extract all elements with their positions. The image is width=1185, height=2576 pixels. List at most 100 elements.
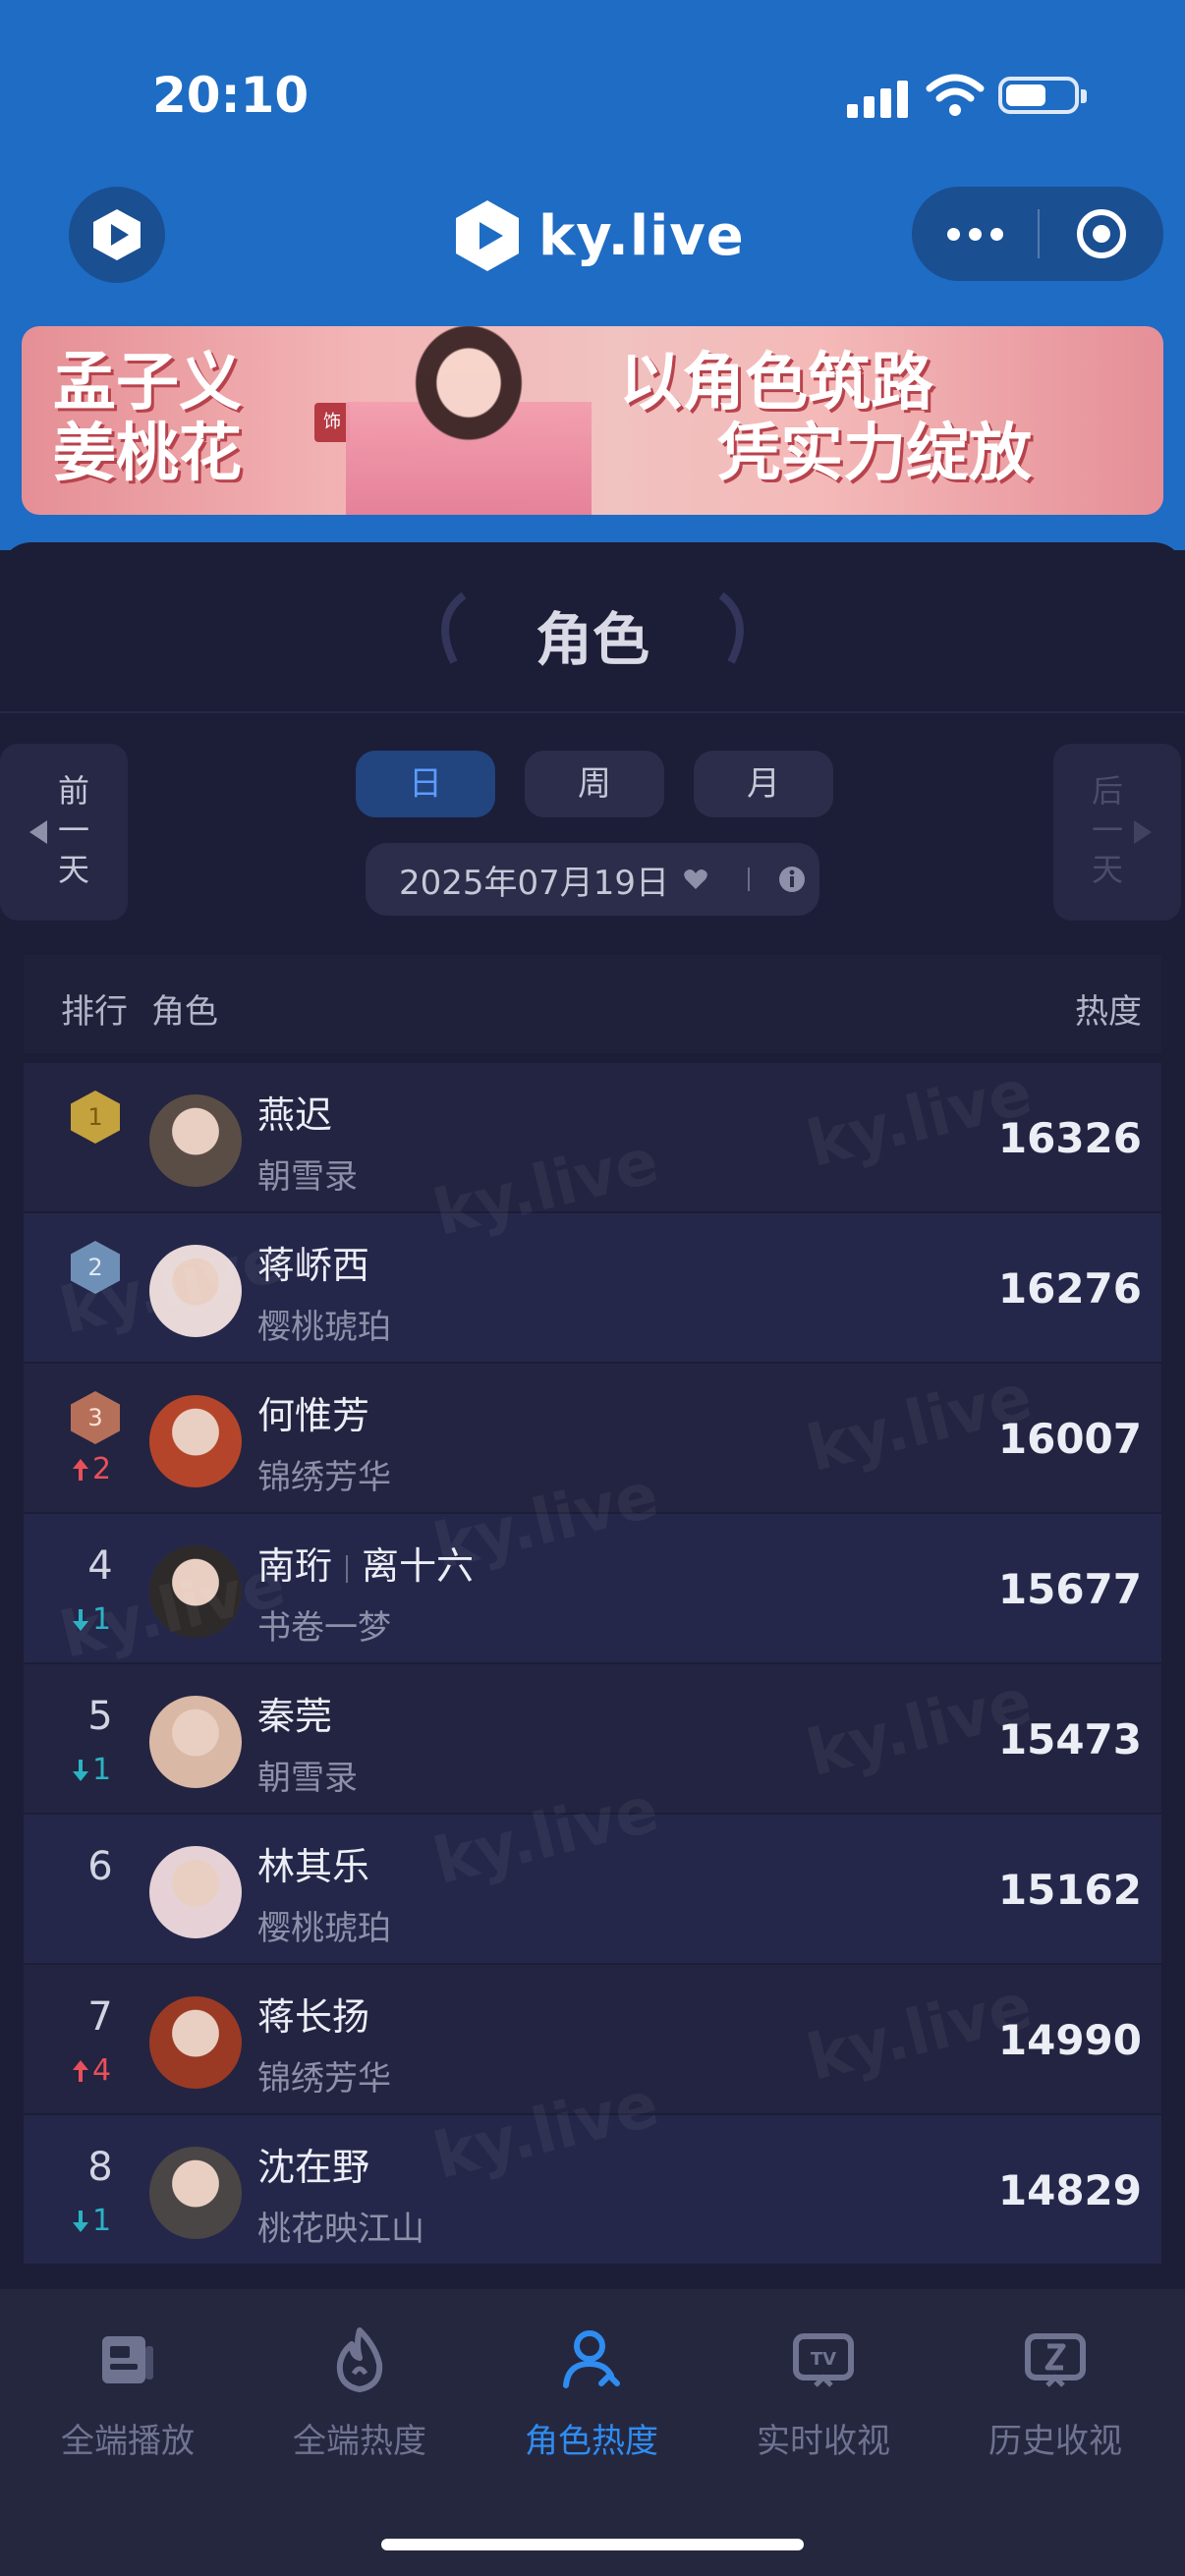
show-title: 朝雪录	[257, 1157, 358, 1197]
rank-medal-icon: 2	[71, 1241, 120, 1294]
rank-number: 8	[87, 2145, 113, 2190]
tab-month[interactable]: 月	[694, 751, 833, 817]
avatar	[149, 1696, 242, 1788]
trend-down-icon	[73, 1759, 88, 1781]
heat-value: 14829	[997, 2166, 1142, 2214]
tab-history-rating[interactable]: 历史收视	[957, 2324, 1154, 2462]
tab-realtime-rating-label: 实时收视	[757, 2422, 890, 2461]
avatar	[149, 1395, 242, 1487]
trend-up-icon	[73, 1458, 88, 1481]
rank-change: 1	[71, 1753, 111, 1787]
heat-value: 16326	[997, 1114, 1142, 1162]
tab-all-heat[interactable]: 全端热度	[261, 2324, 458, 2462]
header-heat[interactable]: 热度	[1075, 984, 1142, 1033]
avatar	[149, 1846, 242, 1938]
banner-left-line-2: 姜桃花	[53, 418, 242, 490]
role-name-text: 燕迟	[257, 1093, 333, 1137]
show-title: 桃花映江山	[257, 2210, 424, 2249]
role-name: 蒋峤西	[257, 1235, 369, 1289]
heat-value: 15473	[997, 1715, 1142, 1764]
table-row[interactable]: 4 1 南珩 离十六 书卷一梦 15677	[24, 1514, 1161, 1664]
tv-icon: TV	[793, 2333, 854, 2387]
next-day-label: 后一天	[1091, 772, 1123, 888]
role-name-text: 南珩	[257, 1544, 333, 1588]
rank-change: 1	[71, 2204, 111, 2238]
avatar	[149, 1245, 242, 1337]
role-name: 南珩 离十六	[257, 1536, 474, 1590]
mini-program-capsule	[912, 187, 1163, 281]
role-name-text: 秦莞	[257, 1695, 333, 1738]
role-name: 林其乐	[257, 1836, 369, 1890]
table-row[interactable]: 6 林其乐 樱桃琥珀 15162	[24, 1815, 1161, 1965]
history-icon	[1025, 2333, 1086, 2387]
table-row[interactable]: 3 2 何惟芳 锦绣芳华 16007	[24, 1364, 1161, 1514]
table-header: 排行 角色 热度	[24, 955, 1161, 1053]
table-row[interactable]: 7 4 蒋长扬 锦绣芳华 14990	[24, 1965, 1161, 2115]
date-selector[interactable]: 2025年07月19日	[366, 843, 819, 916]
svg-text:TV: TV	[811, 2349, 836, 2370]
role-name-text: 沈在野	[257, 2146, 370, 2189]
date-divider	[748, 868, 751, 891]
period-tabs: 日 周 月	[356, 751, 833, 817]
table-row[interactable]: 1 燕迟 朝雪录 16326	[24, 1063, 1161, 1213]
name-divider	[346, 1554, 349, 1583]
banner-seal: 饰	[314, 403, 350, 442]
table-row[interactable]: 8 1 沈在野 桃花映江山 14829	[24, 2115, 1161, 2266]
rank-change-value: 1	[92, 1753, 112, 1787]
avatar	[149, 1094, 242, 1187]
avatar	[149, 1996, 242, 2089]
bottom-tab-bar: 全端播放 全端热度 角色热度 TV 实时收视 历史收视	[0, 2289, 1185, 2576]
avatar	[149, 2147, 242, 2239]
promo-banner[interactable]: 孟子义 姜桃花 饰 以角色筑路 凭实力绽放	[22, 326, 1163, 515]
show-title: 朝雪录	[257, 1759, 358, 1798]
info-icon[interactable]	[777, 865, 807, 894]
role-alt-name: 离十六	[362, 1544, 475, 1588]
show-title: 锦绣芳华	[257, 2059, 391, 2099]
rank-change: 1	[71, 1602, 111, 1637]
header-rank: 排行	[61, 992, 128, 1032]
next-day-button[interactable]: 后一天	[1053, 744, 1181, 921]
tab-realtime-rating[interactable]: TV 实时收视	[725, 2324, 922, 2462]
banner-left-text: 孟子义 姜桃花	[53, 348, 242, 489]
heat-value: 16276	[997, 1264, 1142, 1313]
panel-title: 角色	[535, 606, 649, 673]
tab-all-play[interactable]: 全端播放	[29, 2324, 226, 2462]
rank-number: 4	[87, 1543, 113, 1589]
tab-day[interactable]: 日	[356, 751, 495, 817]
title-divider	[0, 711, 1185, 713]
close-target-icon[interactable]	[1040, 187, 1163, 281]
rank-number: 7	[87, 1994, 113, 2040]
ranking-list: 1 燕迟 朝雪录 16326 2 蒋峤西 樱桃琥珀 16276 3 2 何惟芳 …	[24, 1063, 1161, 2266]
role-name: 燕迟	[257, 1085, 332, 1139]
rank-change-value: 1	[92, 2204, 112, 2238]
home-indicator[interactable]	[381, 2539, 804, 2550]
home-button[interactable]	[69, 187, 165, 283]
banner-right-line-1: 以角色筑路	[619, 347, 933, 420]
tab-role-heat[interactable]: 角色热度	[493, 2324, 690, 2462]
banner-character-image	[346, 326, 592, 515]
ky-logo-icon	[456, 200, 519, 271]
prev-day-label: 前一天	[57, 772, 89, 888]
show-title: 樱桃琥珀	[257, 1308, 391, 1347]
banner-right-text: 以角色筑路 凭实力绽放	[619, 348, 1032, 489]
role-name: 蒋长扬	[257, 1987, 369, 2041]
banner-right-line-2: 凭实力绽放	[717, 418, 1032, 490]
table-row[interactable]: 2 蒋峤西 樱桃琥珀 16276	[24, 1213, 1161, 1364]
tab-week[interactable]: 周	[525, 751, 664, 817]
prev-day-button[interactable]: 前一天	[0, 744, 128, 921]
show-title: 锦绣芳华	[257, 1458, 391, 1497]
user-icon	[563, 2330, 620, 2388]
nav-bar: ky.live	[0, 177, 1185, 305]
avatar	[149, 1545, 242, 1638]
table-row[interactable]: 5 1 秦莞 朝雪录 15473	[24, 1664, 1161, 1815]
wifi-icon	[926, 74, 985, 116]
header-role: 角色	[151, 992, 218, 1032]
status-time: 20:10	[152, 67, 310, 124]
role-name: 何惟芳	[257, 1385, 369, 1439]
rank-medal-icon: 1	[71, 1091, 120, 1144]
rank-number: 5	[87, 1694, 113, 1739]
cellular-signal-icon	[847, 79, 908, 118]
rank-change: 2	[71, 1452, 111, 1486]
more-options-icon[interactable]	[912, 187, 1038, 281]
trend-down-icon	[73, 1608, 88, 1631]
